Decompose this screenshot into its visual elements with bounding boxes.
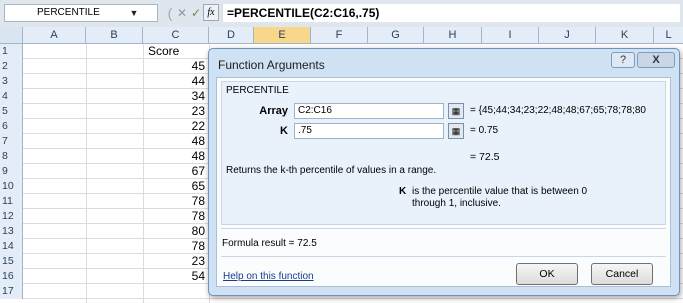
- function-result: = 72.5: [470, 151, 500, 163]
- row-header[interactable]: 15: [0, 254, 23, 269]
- name-box-value: PERCENTILE: [37, 7, 100, 18]
- cell-c[interactable]: [123, 284, 209, 299]
- row-header[interactable]: 8: [0, 149, 23, 164]
- row-header[interactable]: 7: [0, 134, 23, 149]
- cell-c[interactable]: 65: [123, 179, 209, 194]
- collapse-dialog-icon[interactable]: ▦: [448, 103, 464, 119]
- array-result: = {45;44;34;23;22;48;48;67;65;78;78;80: [470, 105, 646, 116]
- k-result: = 0.75: [470, 125, 499, 136]
- cell-c[interactable]: 54: [123, 269, 209, 284]
- dialog-body: PERCENTILE Array C2:C16 ▦ = {45;44;34;23…: [216, 77, 671, 287]
- column-header-c[interactable]: C: [143, 27, 209, 43]
- row-header[interactable]: 3: [0, 74, 23, 89]
- k-label: K: [280, 125, 288, 137]
- dialog-window-controls: ? X: [611, 52, 675, 69]
- column-header-d[interactable]: D: [209, 27, 254, 43]
- row-header[interactable]: 4: [0, 89, 23, 104]
- cancel-button[interactable]: Cancel: [591, 263, 653, 285]
- row-header[interactable]: 6: [0, 119, 23, 134]
- column-header-b[interactable]: B: [86, 27, 143, 43]
- column-header-a[interactable]: A: [23, 27, 86, 43]
- column-header-k[interactable]: K: [596, 27, 654, 43]
- cell-c[interactable]: 45: [123, 59, 209, 74]
- cell-c[interactable]: 78: [123, 239, 209, 254]
- row-header[interactable]: 16: [0, 269, 23, 284]
- help-on-function-link[interactable]: Help on this function: [223, 271, 314, 282]
- collapse-dialog-icon[interactable]: ▦: [448, 123, 464, 139]
- row-header[interactable]: 13: [0, 224, 23, 239]
- cell-c[interactable]: 48: [123, 149, 209, 164]
- row-header[interactable]: 11: [0, 194, 23, 209]
- row-header[interactable]: 17: [0, 284, 23, 299]
- function-name: PERCENTILE: [226, 85, 289, 96]
- column-header-g[interactable]: G: [368, 27, 424, 43]
- cell-c[interactable]: 44: [123, 74, 209, 89]
- formula-bar: PERCENTILE ▼ ( ✕ ✓ fx =PERCENTILE(C2:C16…: [0, 0, 683, 28]
- cell-c[interactable]: 78: [123, 209, 209, 224]
- chevron-down-icon[interactable]: ▼: [129, 8, 139, 18]
- function-arguments-dialog: Function Arguments ? X PERCENTILE Array …: [208, 48, 680, 296]
- cell-c[interactable]: 23: [123, 254, 209, 269]
- arg-description-label: K: [399, 186, 407, 197]
- divider: [221, 228, 666, 229]
- cell-c[interactable]: 48: [123, 134, 209, 149]
- array-input[interactable]: C2:C16: [294, 103, 444, 119]
- cell-c[interactable]: Score: [123, 44, 209, 59]
- cancel-formula-icon[interactable]: ✕: [175, 4, 189, 22]
- k-input[interactable]: .75: [294, 123, 444, 139]
- enter-formula-icon[interactable]: ✓: [189, 4, 203, 22]
- row-header[interactable]: 14: [0, 239, 23, 254]
- insert-function-button[interactable]: fx: [203, 4, 219, 21]
- formula-input[interactable]: =PERCENTILE(C2:C16,.75): [222, 4, 680, 22]
- column-header-h[interactable]: H: [424, 27, 482, 43]
- column-header-e[interactable]: E: [254, 27, 311, 43]
- dialog-title: Function Arguments: [218, 58, 325, 72]
- cell-c[interactable]: 34: [123, 89, 209, 104]
- help-button[interactable]: ?: [611, 52, 635, 68]
- divider: [221, 256, 666, 257]
- column-header-l[interactable]: L: [654, 27, 683, 43]
- function-description: Returns the k-th percentile of values in…: [226, 165, 437, 176]
- arguments-group: PERCENTILE Array C2:C16 ▦ = {45;44;34;23…: [221, 81, 666, 225]
- close-button[interactable]: X: [637, 52, 675, 68]
- array-label: Array: [259, 105, 288, 117]
- name-box[interactable]: PERCENTILE ▼: [4, 4, 158, 22]
- row-header[interactable]: 12: [0, 209, 23, 224]
- column-header-i[interactable]: I: [482, 27, 539, 43]
- row-header[interactable]: 10: [0, 179, 23, 194]
- row-header[interactable]: 2: [0, 59, 23, 74]
- row-header[interactable]: 1: [0, 44, 23, 59]
- cell-c[interactable]: 23: [123, 104, 209, 119]
- row-header[interactable]: 5: [0, 104, 23, 119]
- column-header-f[interactable]: F: [311, 27, 368, 43]
- ok-button[interactable]: OK: [516, 263, 578, 285]
- column-header-j[interactable]: J: [539, 27, 596, 43]
- cell-c[interactable]: 80: [123, 224, 209, 239]
- row-header[interactable]: 9: [0, 164, 23, 179]
- cell-c[interactable]: 22: [123, 119, 209, 134]
- column-headers: A B C D E F G H I J K L: [0, 27, 683, 44]
- arg-description-text: is the percentile value that is between …: [412, 186, 588, 209]
- select-all-corner[interactable]: [0, 27, 23, 43]
- cell-c[interactable]: 67: [123, 164, 209, 179]
- cell-c[interactable]: 78: [123, 194, 209, 209]
- formula-result: Formula result = 72.5: [222, 238, 317, 249]
